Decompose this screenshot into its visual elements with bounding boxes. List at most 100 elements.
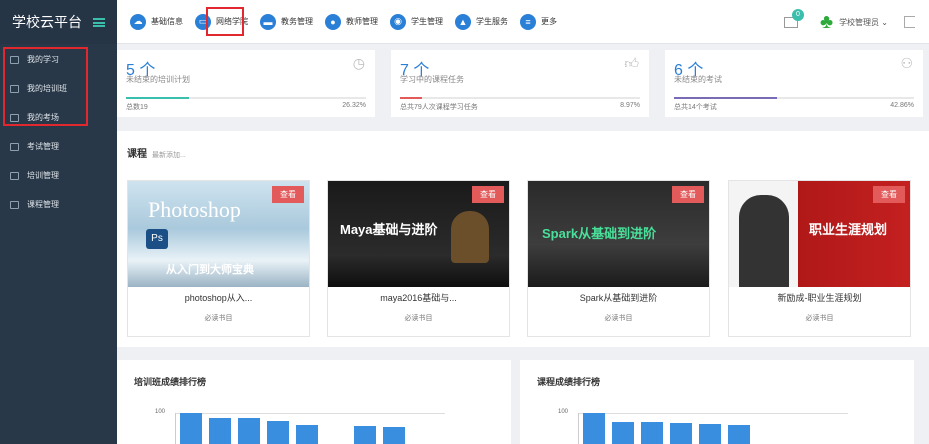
course-thumbnail: Photoshop Ps 从入门到大师宝典 查看: [128, 181, 309, 287]
stat-card-course-tasks: 7 个 学习中的课程任务 👍︎ 总共79人次课程学习任务 8.97%: [391, 50, 649, 117]
sidebar-item-exam-management[interactable]: 考试管理: [0, 132, 117, 161]
clock-icon: ◷: [352, 55, 365, 71]
stat-progress: [126, 97, 366, 99]
courses-panel: 课程 最新添加... Photoshop Ps 从入门到大师宝典 查看 photo…: [117, 131, 929, 347]
course-thumbnail: Spark从基础到进阶 查看: [528, 181, 709, 287]
stat-footer: 总数19: [126, 104, 148, 111]
ranking-bar: [670, 422, 692, 444]
nav-more[interactable]: ≡ 更多: [520, 13, 557, 30]
menu-toggle-icon[interactable]: [93, 17, 105, 27]
courses-title: 课程 最新添加...: [127, 149, 186, 160]
course-card-photoshop[interactable]: Photoshop Ps 从入门到大师宝典 查看 photoshop从入... …: [127, 180, 310, 337]
stat-label: 未结束的考试: [674, 75, 722, 84]
ranking-bar: [612, 421, 634, 444]
course-tag: 必读书目: [805, 315, 834, 322]
thumb-title: Spark从基础到进阶: [542, 226, 657, 241]
stat-progress-fill: [126, 97, 190, 99]
cloud-icon: ☁: [130, 13, 146, 30]
course-card-spark[interactable]: Spark从基础到进阶 查看 Spark从基础到进阶 必读书目: [527, 180, 710, 337]
ranking-bar: [180, 413, 202, 444]
highlight-box-nav: [206, 7, 244, 36]
sidebar-item-course-management[interactable]: 课程管理: [0, 190, 117, 219]
ranking-bar: [354, 426, 376, 444]
list-icon: [10, 171, 19, 180]
ranking-title: 培训班成绩排行榜: [134, 377, 207, 387]
course-tag: 必读书目: [204, 315, 233, 322]
ranking-bar: [267, 421, 289, 444]
view-button[interactable]: 查看: [672, 186, 704, 203]
view-button[interactable]: 查看: [272, 186, 304, 203]
highlight-box-sidebar: [3, 47, 88, 126]
logout-icon[interactable]: [904, 16, 915, 28]
list-icon: [10, 200, 19, 209]
ranking-bar: [296, 424, 318, 444]
thumb-presenter: [739, 195, 789, 287]
course-tag: 必读书目: [404, 315, 433, 322]
nav-student-management[interactable]: ◉ 学生管理: [390, 13, 443, 30]
graduation-cap-icon: ▲: [455, 13, 471, 30]
courses-subtitle: 最新添加...: [152, 152, 186, 159]
stat-percent: 42.86%: [890, 102, 914, 109]
course-name: Spark从基础到进阶: [579, 293, 658, 303]
stat-progress: [674, 97, 914, 99]
nav-student-services[interactable]: ▲ 学生服务: [455, 13, 508, 30]
thumb-title: 职业生涯规划: [809, 222, 888, 237]
stat-progress: [400, 97, 640, 99]
nav-teacher-management[interactable]: ● 教师管理: [325, 13, 378, 30]
ranking-bar: [383, 426, 405, 444]
gridline: [176, 413, 445, 414]
course-ranking-panel: 课程成绩排行榜 100: [520, 360, 914, 444]
stat-footer: 总共79人次课程学习任务: [400, 104, 478, 111]
ranking-bar: [209, 417, 231, 444]
menu-icon: ≡: [520, 13, 536, 30]
course-thumbnail: 职业生涯规划 查看: [729, 181, 910, 287]
course-name: photoshop从入...: [184, 293, 253, 303]
stat-footer: 总共14个考试: [674, 104, 717, 111]
training-ranking-panel: 培训班成绩排行榜 100: [117, 360, 511, 444]
stat-percent: 8.97%: [620, 102, 640, 109]
ranking-bar: [583, 413, 605, 444]
course-name: maya2016基础与...: [380, 293, 457, 303]
stat-label: 未结束的培训计划: [126, 75, 190, 84]
stat-percent: 26.32%: [342, 102, 366, 109]
thumb-title: Maya基础与进阶: [340, 222, 438, 237]
ranking-bar: [728, 425, 750, 444]
course-thumbnail: Maya基础与进阶 查看: [328, 181, 509, 287]
person-icon: ●: [325, 13, 341, 30]
ranking-chart: [175, 413, 445, 444]
course-card-maya[interactable]: Maya基础与进阶 查看 maya2016基础与... 必读书目: [327, 180, 510, 337]
thumb-presenter: [451, 211, 489, 263]
ranking-bar: [699, 424, 721, 444]
course-name: 新励成-职业生涯规划: [777, 293, 862, 303]
user-icon: ⚇: [900, 55, 913, 71]
chat-icon: ◉: [390, 13, 406, 30]
clover-avatar-icon: ♣: [819, 10, 834, 33]
stat-card-exams: 6 个 未结束的考试 ⚇ 总共14个考试 42.86%: [665, 50, 923, 117]
course-card-career[interactable]: 职业生涯规划 查看 新励成-职业生涯规划 必读书目: [728, 180, 911, 337]
mail-icon[interactable]: 0: [783, 8, 804, 28]
ps-logo-icon: Ps: [146, 229, 168, 249]
nav-academic-affairs[interactable]: ▬ 教务管理: [260, 13, 313, 30]
view-button[interactable]: 查看: [472, 186, 504, 203]
user-menu[interactable]: 学校管理员 ⌄: [839, 17, 888, 28]
view-button[interactable]: 查看: [873, 186, 905, 203]
thumbs-up-icon: 👍︎: [624, 55, 639, 71]
folder-icon: ▬: [260, 13, 276, 30]
thumb-subtitle: 从入门到大师宝典: [166, 264, 254, 276]
stat-progress-fill: [674, 97, 777, 99]
y-tick-label: 100: [155, 409, 166, 415]
app-title: 学校云平台: [12, 14, 82, 30]
course-tag: 必读书目: [604, 315, 633, 322]
thumb-title: Photoshop: [148, 197, 241, 222]
stat-card-training: 5 个 未结束的培训计划 ◷ 总数19 26.32%: [117, 50, 375, 117]
nav-basic-info[interactable]: ☁ 基础信息: [130, 13, 183, 30]
list-icon: [10, 142, 19, 151]
stat-label: 学习中的课程任务: [400, 75, 464, 84]
gridline: [579, 413, 848, 414]
ranking-bar: [238, 417, 260, 444]
stat-progress-fill: [400, 97, 422, 99]
y-tick-label: 100: [558, 409, 569, 415]
sidebar-item-training-management[interactable]: 培训管理: [0, 161, 117, 190]
ranking-bar: [641, 422, 663, 444]
ranking-title: 课程成绩排行榜: [537, 377, 601, 387]
